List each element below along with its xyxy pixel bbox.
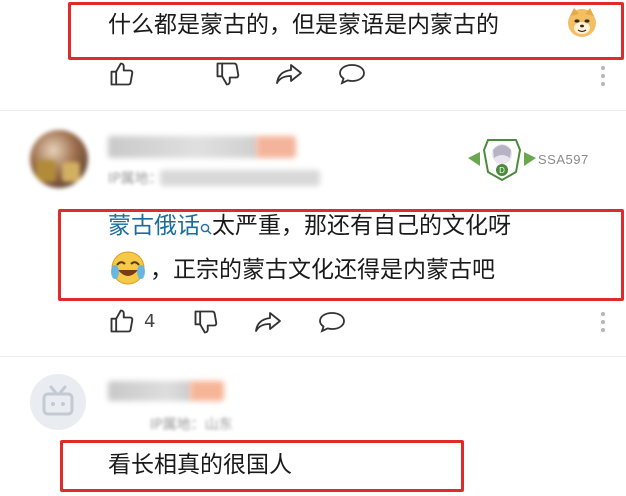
- more-options-button[interactable]: [600, 66, 606, 90]
- share-arrow-icon: [255, 312, 281, 332]
- comment-1-text: 什么都是蒙古的，但是蒙语是内蒙古的: [108, 12, 499, 38]
- comment-3-meta: IP属地：山东: [150, 417, 233, 433]
- search-icon: [200, 213, 212, 243]
- svg-text:D: D: [499, 166, 505, 175]
- user-badge: D: [466, 136, 538, 182]
- comment-divider: [0, 110, 626, 111]
- dislike-button[interactable]: [214, 60, 242, 88]
- user-badge-text: SSA597: [538, 152, 589, 167]
- like-button[interactable]: [108, 60, 136, 88]
- comment-2-meta-blur: [160, 170, 320, 186]
- user-level-badge: [190, 381, 224, 401]
- comment-bubble-icon: [339, 64, 365, 85]
- mention-link[interactable]: 蒙古俄话: [108, 213, 200, 239]
- user-level-badge: [256, 136, 296, 158]
- thumbs-up-icon: [110, 309, 134, 333]
- more-options-button[interactable]: [600, 312, 606, 336]
- share-button[interactable]: [254, 310, 282, 334]
- comment-3-text: 看长相真的很国人: [108, 452, 292, 478]
- comment-2-meta: IP属地：: [108, 171, 163, 187]
- like-button[interactable]: 4: [108, 307, 155, 335]
- comment-2-line1: 蒙古俄话 太严重，那还有自己的文化呀: [108, 211, 511, 243]
- comment-bubble-icon: [319, 312, 345, 333]
- thumbs-up-icon: [110, 62, 134, 86]
- avatar[interactable]: [30, 130, 88, 188]
- thumbs-down-icon: [194, 310, 218, 334]
- share-arrow-icon: [276, 64, 302, 84]
- default-avatar[interactable]: [30, 374, 86, 430]
- laughing-tears-emoji-icon: [110, 250, 146, 286]
- like-count: 4: [144, 310, 156, 332]
- comment-2-text-line2: ，正宗的蒙古文化还得是内蒙古吧: [150, 257, 495, 283]
- username-blurred[interactable]: [108, 136, 258, 158]
- comment-2-text-line1: 太严重，那还有自己的文化呀: [212, 213, 511, 239]
- reply-button[interactable]: [338, 62, 366, 86]
- tv-placeholder-icon: [42, 385, 74, 416]
- reply-button[interactable]: [318, 310, 346, 334]
- share-button[interactable]: [275, 62, 303, 86]
- comment-divider: [0, 356, 626, 357]
- dislike-button[interactable]: [192, 308, 220, 336]
- badge-shield-icon: D: [468, 139, 536, 182]
- username-blurred[interactable]: [108, 381, 192, 401]
- doge-emoji-icon: [566, 6, 598, 38]
- thumbs-down-icon: [216, 62, 240, 86]
